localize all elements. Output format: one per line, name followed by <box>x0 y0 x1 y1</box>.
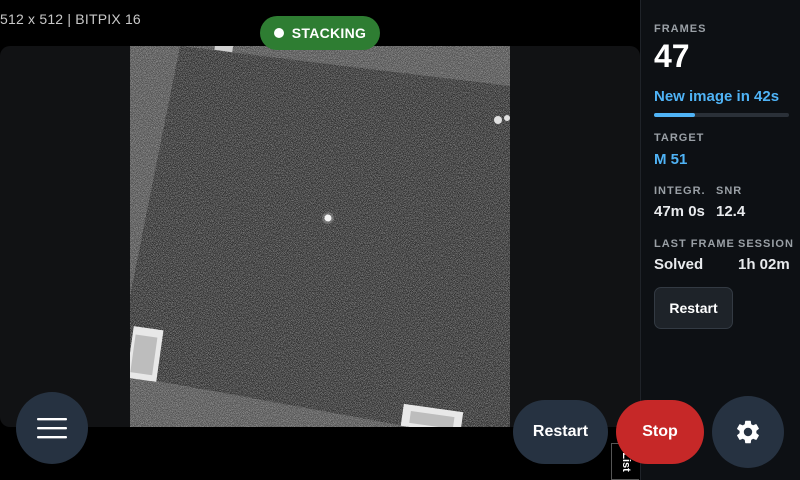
settings-button[interactable] <box>712 396 784 468</box>
last-frame-label: LAST FRAME <box>654 238 735 250</box>
status-dot-icon <box>273 28 284 38</box>
status-badge: STACKING <box>260 16 380 50</box>
target-value: M 51 <box>654 151 688 168</box>
integration-label: INTEGR. <box>654 185 706 197</box>
stop-button[interactable]: Stop <box>616 400 704 464</box>
integration-value: 47m 0s <box>654 203 705 220</box>
snr-value: 12.4 <box>716 203 746 220</box>
gear-icon <box>737 420 759 444</box>
last-frame-value: Solved <box>654 256 704 273</box>
stacked-image <box>130 46 510 427</box>
stacked-image-frame <box>130 46 510 427</box>
menu-button[interactable] <box>16 392 88 464</box>
hamburger-menu-icon <box>37 418 67 439</box>
target-label: TARGET <box>654 132 705 144</box>
new-image-progress-fill <box>654 113 695 117</box>
snr-label: SNR <box>716 185 743 197</box>
restart-button[interactable]: Restart <box>513 400 608 464</box>
frames-label: FRAMES <box>654 23 707 35</box>
status-label: STACKING <box>291 25 367 41</box>
frames-value: 47 <box>654 38 690 74</box>
session-label: SESSION <box>738 238 794 250</box>
new-image-progress-bar <box>654 113 789 117</box>
session-value: 1h 02m <box>738 256 790 273</box>
new-image-countdown: New image in 42s <box>654 88 780 105</box>
image-info-text: 512 x 512 | BITPIX 16 <box>0 11 141 27</box>
image-viewer[interactable] <box>0 46 640 427</box>
panel-restart-button[interactable]: Restart <box>654 287 733 329</box>
